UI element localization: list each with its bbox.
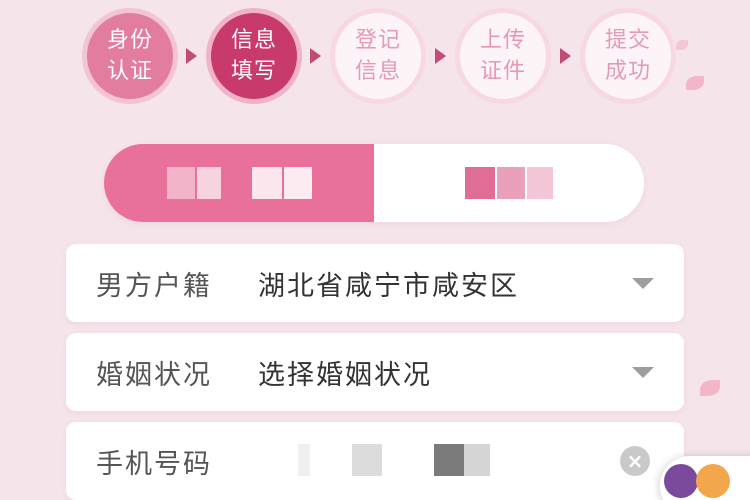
chevron-down-icon xyxy=(632,278,654,289)
step-label: 身份 认证 xyxy=(87,13,173,99)
hukou-value: 湖北省咸宁市咸安区 xyxy=(258,270,519,302)
step-register-info: 登记 信息 xyxy=(330,8,426,104)
marital-status-select[interactable]: 婚姻状况 选择婚姻状况 xyxy=(66,333,684,411)
phone-label: 手机号码 xyxy=(96,448,212,480)
marital-status-label: 婚姻状况 xyxy=(96,359,212,391)
step-label: 信息 填写 xyxy=(211,13,297,99)
step-info-fill: 信息 填写 xyxy=(206,8,302,104)
step-progress: 身份 认证 信息 填写 登记 信息 上传 证件 提交 成功 xyxy=(0,0,750,120)
step-label: 上传 证件 xyxy=(460,13,546,99)
step-arrow-icon xyxy=(310,48,321,64)
step-arrow-icon xyxy=(560,48,571,64)
step-upload-docs: 上传 证件 xyxy=(455,8,551,104)
gender-toggle xyxy=(104,144,644,222)
step-submit-success: 提交 成功 xyxy=(580,8,676,104)
clear-icon[interactable]: × xyxy=(620,446,650,476)
badge-avatar-icon xyxy=(696,464,730,498)
marital-status-value: 选择婚姻状况 xyxy=(258,359,432,391)
step-identity-verification: 身份 认证 xyxy=(82,8,178,104)
petal-decoration-icon xyxy=(700,380,720,396)
step-label: 登记 信息 xyxy=(335,13,421,99)
phone-input[interactable]: 手机号码 × xyxy=(66,422,684,500)
toggle-option-left[interactable] xyxy=(104,144,374,222)
floating-service-badge[interactable] xyxy=(660,456,750,500)
hukou-select[interactable]: 男方户籍 湖北省咸宁市咸安区 xyxy=(66,244,684,322)
toggle-option-right[interactable] xyxy=(374,144,644,222)
step-arrow-icon xyxy=(435,48,446,64)
badge-avatar-icon xyxy=(664,464,698,498)
chevron-down-icon xyxy=(632,367,654,378)
step-arrow-icon xyxy=(186,48,197,64)
step-label: 提交 成功 xyxy=(585,13,671,99)
phone-masked-value xyxy=(298,444,490,478)
hukou-label: 男方户籍 xyxy=(96,270,212,302)
